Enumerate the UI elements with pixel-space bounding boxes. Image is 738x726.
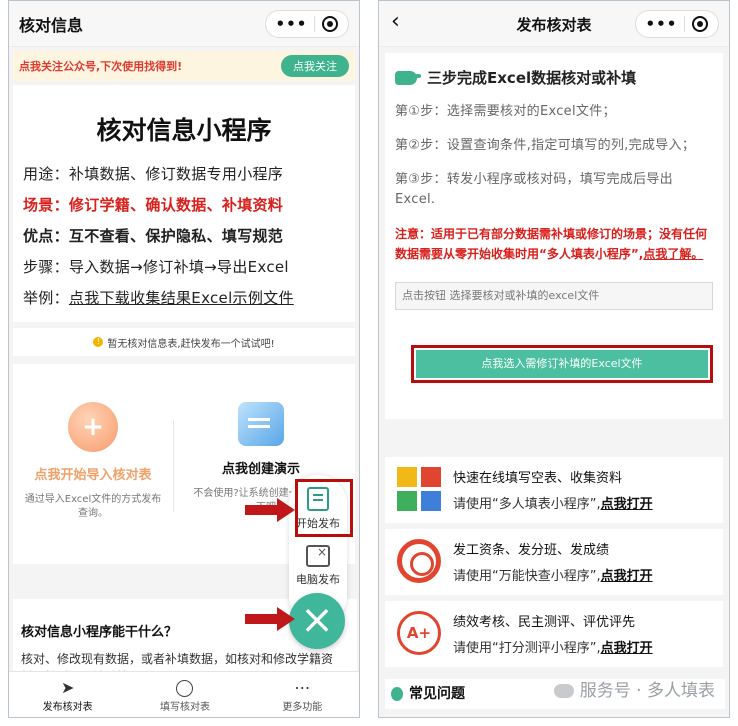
choose-excel-button[interactable]: 点我选入需修订补填的Excel文件 — [416, 350, 708, 378]
intro-card: 核对信息小程序 用途：补填数据、修订数据专用小程序 场景：修订学籍、确认数据、补… — [13, 85, 355, 322]
card-scoring-use-text: 请使用“打分测评小程序”, — [453, 641, 601, 656]
import-table-action[interactable]: 点我开始导入核对表 通过导入Excel文件的方式发布查询。 — [13, 402, 173, 521]
intro-scenario: 场景：修订学籍、确认数据、补填资料 — [23, 196, 284, 214]
card-multi-fill: 快速在线填写空表、收集资料 请使用“多人填表小程序”,点我打开 — [385, 457, 723, 523]
steps-heading-text: 三步完成Excel数据核对或补填 — [427, 69, 637, 87]
close-target-icon[interactable] — [692, 16, 709, 32]
follow-banner: 点我关注公众号,下次使用找得到! 点我关注 — [13, 51, 355, 81]
learn-more-link[interactable]: 点我了解。 — [643, 247, 703, 261]
card-quick-query-use-text: 请使用“万能快查小程序”, — [453, 569, 601, 584]
add-orb-icon — [68, 402, 118, 452]
tab-more-label: 更多功能 — [282, 702, 323, 713]
tab-fill[interactable]: 填写核对表 — [126, 672, 243, 717]
tab-more[interactable]: ⋯ 更多功能 — [244, 672, 359, 717]
follow-banner-text: 点我关注公众号,下次使用找得到! — [19, 60, 183, 73]
card-quick-query: 发工资条、发分班、发成绩 请使用“万能快查小程序”,点我打开 — [385, 529, 723, 595]
more-icon: ⋯ — [294, 678, 311, 697]
arrow-right-icon — [245, 607, 297, 631]
tab-publish-label: 发布核对表 — [42, 702, 93, 713]
right-phone-screen: ‹ 发布核对表 ••• 三步完成Excel数据核对或补填 第①步：选择需要核对的… — [378, 0, 730, 718]
empty-notice-text: 暂无核对信息表,赶快发布一个试试吧! — [107, 338, 275, 350]
grid-blocks-icon — [397, 467, 441, 511]
document-icon — [238, 402, 284, 446]
card-scoring-use: 请使用“打分测评小程序”,点我打开 — [453, 637, 653, 656]
card-multi-fill-title: 快速在线填写空表、收集资料 — [453, 471, 623, 486]
pc-publish-label: 电脑发布 — [296, 573, 340, 586]
open-scoring-link[interactable]: 点我打开 — [601, 641, 653, 656]
intro-advantage: 优点：互不查看、保护隐私、填写规范 — [23, 227, 284, 245]
highlight-box — [295, 479, 353, 537]
watermark: 服务号 · 多人填表 — [553, 676, 715, 701]
tab-fill-label: 填写核对表 — [159, 702, 210, 713]
intro-usage: 用途：补填数据、修订数据专用小程序 — [23, 165, 284, 183]
watermark-text: 服务号 · 多人填表 — [579, 681, 715, 701]
step-2: 第②步：设置查询条件,指定可填写的列,完成导入； — [395, 138, 696, 153]
app-title: 核对信息 — [19, 15, 84, 35]
close-target-icon[interactable] — [322, 16, 339, 32]
info-icon: ! — [93, 337, 104, 347]
card-multi-fill-use-text: 请使用“多人填表小程序”, — [453, 497, 601, 512]
card-quick-query-title: 发工资条、发分班、发成绩 — [453, 543, 610, 558]
left-phone-screen: 核对信息 ••• 点我关注公众号,下次使用找得到! 点我关注 核对信息小程序 用… — [8, 0, 360, 718]
warning-note: 注意：适用于已有部分数据需补填或修订的场景；没有任何数据需要从零开始收集时用“多… — [395, 224, 713, 264]
open-quick-query-link[interactable]: 点我打开 — [601, 569, 653, 584]
import-action-desc: 通过导入Excel文件的方式发布查询。 — [24, 494, 162, 519]
steps-card: 三步完成Excel数据核对或补填 第①步：选择需要核对的Excel文件； 第②步… — [385, 53, 723, 419]
empty-notice: ! 暂无核对信息表,赶快发布一个试试吧! — [13, 328, 355, 356]
card-quick-query-use: 请使用“万能快查小程序”,点我打开 — [453, 565, 653, 584]
file-picker-field[interactable]: 点击按钮 选择要核对或补填的excel文件 — [395, 282, 713, 310]
bottom-tabbar: ➤ 发布核对表 填写核对表 ⋯ 更多功能 — [9, 671, 359, 717]
more-dots-icon[interactable]: ••• — [646, 15, 678, 33]
left-titlebar: 核对信息 ••• — [9, 1, 359, 47]
action-divider — [173, 420, 174, 512]
pointing-hand-icon — [395, 70, 421, 85]
arrow-right-icon — [245, 498, 297, 522]
example-download-link[interactable]: 点我下载收集结果Excel示例文件 — [69, 289, 294, 307]
capsule-divider — [314, 16, 316, 32]
intro-title: 核对信息小程序 — [96, 116, 272, 145]
card-scoring: A+ 绩效考核、民主测评、评优评先 请使用“打分测评小程序”,点我打开 — [385, 601, 723, 667]
follow-button[interactable]: 点我关注 — [281, 55, 349, 77]
tab-publish[interactable]: ➤ 发布核对表 — [9, 672, 126, 717]
mini-program-capsule: ••• — [635, 10, 719, 38]
intro-example-label: 举例： — [23, 289, 69, 307]
open-multi-fill-link[interactable]: 点我打开 — [601, 497, 653, 512]
capsule-divider — [684, 16, 686, 32]
intro-example: 举例：点我下载收集结果Excel示例文件 — [23, 283, 345, 314]
more-dots-icon[interactable]: ••• — [276, 15, 308, 33]
card-multi-fill-use: 请使用“多人填表小程序”,点我打开 — [453, 493, 653, 512]
import-action-title: 点我开始导入核对表 — [34, 468, 152, 483]
computer-icon — [306, 545, 330, 567]
choose-file-highlight: 点我选入需修订补填的Excel文件 — [411, 345, 713, 383]
search-icon — [126, 678, 243, 698]
target-icon — [397, 539, 441, 583]
steps-heading: 三步完成Excel数据核对或补填 — [395, 67, 713, 88]
mini-program-capsule: ••• — [265, 10, 349, 38]
grade-a-plus-icon: A+ — [397, 611, 441, 655]
close-icon[interactable]: × — [289, 593, 345, 649]
card-scoring-title: 绩效考核、民主测评、评优评先 — [453, 615, 636, 630]
step-3: 第③步：转发小程序或核对码，填写完成后导出Excel. — [395, 172, 673, 207]
wechat-icon — [553, 684, 574, 698]
right-titlebar: ‹ 发布核对表 ••• — [379, 1, 729, 47]
step-1: 第①步：选择需要核对的Excel文件； — [395, 104, 616, 119]
paper-plane-icon: ➤ — [60, 678, 75, 697]
pc-publish-item[interactable]: 电脑发布 — [289, 545, 347, 587]
intro-steps: 步骤：导入数据→修订补填→导出Excel — [23, 258, 289, 276]
